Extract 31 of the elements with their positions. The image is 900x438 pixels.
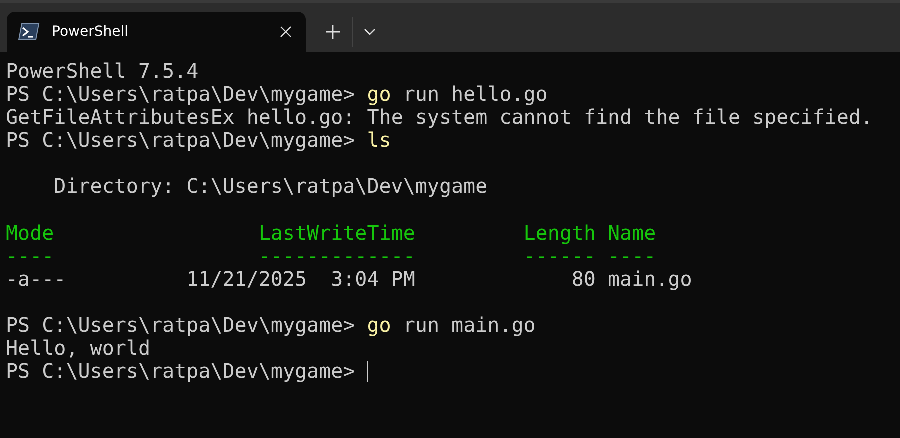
chevron-down-icon[interactable] [364, 28, 376, 36]
table-cell: 80 [572, 268, 596, 291]
tab-title: PowerShell [52, 24, 130, 40]
column-header: Length [524, 222, 596, 245]
column-header: Mode [6, 222, 54, 245]
plus-icon[interactable] [326, 25, 340, 39]
header-underline: ------------- [258, 244, 416, 268]
command-arguments: run hello.go [403, 83, 548, 106]
output-line: PowerShell 7.5.4 [6, 60, 199, 84]
command-text: go [367, 83, 392, 106]
terminal-tab[interactable]: PowerShell [7, 12, 306, 52]
output-line: Directory: C:\Users\ratpa\Dev\mygame [54, 175, 488, 199]
output-line: GetFileAttributesEx hello.go: The system cannot find the file specified. [6, 106, 873, 130]
table-cell: 11/21/2025 3:04 PM [186, 268, 416, 291]
header-underline: ---- [6, 244, 54, 268]
table-cell: -a--- [6, 268, 66, 291]
prompt-text: PS C:\Users\ratpa\Dev\mygame> [6, 360, 356, 384]
command-text: ls [367, 129, 392, 152]
header-underline: ---- [608, 244, 656, 268]
close-icon[interactable] [280, 26, 292, 38]
table-cell: main.go [608, 268, 692, 291]
column-header: LastWriteTime [258, 222, 416, 245]
prompt-text: PS C:\Users\ratpa\Dev\mygame> [6, 314, 356, 338]
command-arguments: run main.go [403, 314, 536, 338]
output-line: Hello, world [6, 337, 150, 360]
column-header: Name [608, 222, 656, 245]
header-underline: ------ [524, 244, 596, 268]
prompt-text: PS C:\Users\ratpa\Dev\mygame> [6, 83, 356, 106]
prompt-text: PS C:\Users\ratpa\Dev\mygame> [6, 129, 356, 152]
command-text: go [367, 314, 392, 338]
terminal-icon [18, 23, 40, 41]
